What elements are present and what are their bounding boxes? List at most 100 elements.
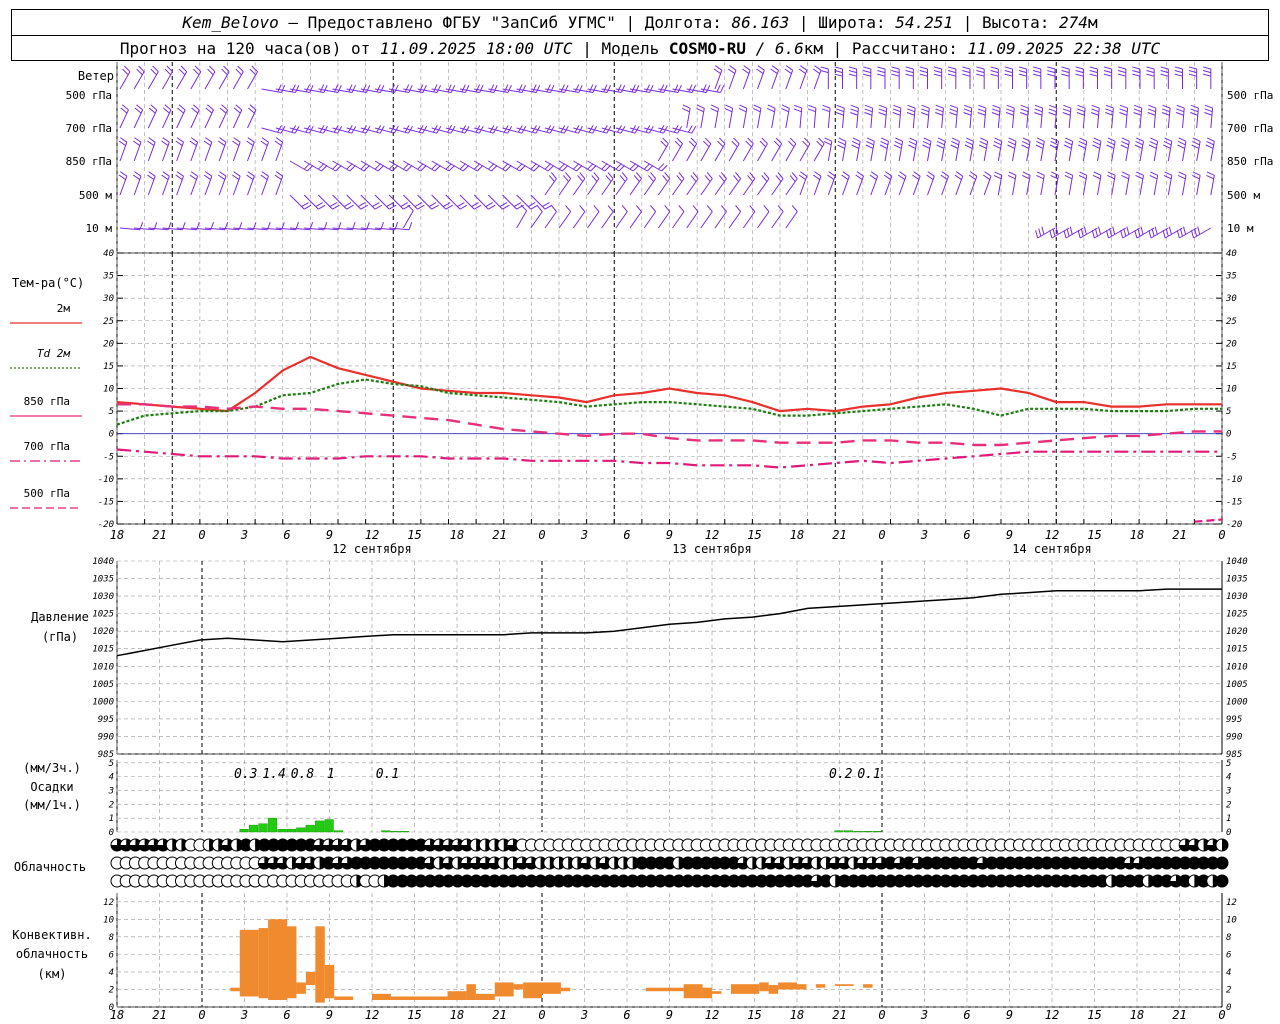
wind-barb-shaft: [162, 142, 170, 162]
wind-barb-feather: [504, 84, 509, 93]
wind-barb-feather: [881, 137, 889, 142]
pressure-ytick-label-right: 1035: [1226, 575, 1248, 585]
temp-ytick-label-right: -5: [1226, 452, 1237, 462]
wind-barb-shaft: [346, 194, 362, 210]
wind-barb-feather: [1051, 137, 1059, 142]
wind-barb-feather: [1148, 104, 1157, 109]
temp-ytick-label-left: 10: [103, 385, 114, 395]
wind-barb-feather: [1177, 144, 1185, 149]
wind-barb-feather: [235, 104, 243, 111]
conv-bar: [560, 987, 571, 992]
wind-barb-feather: [521, 85, 527, 93]
wind-barb-feather: [897, 174, 906, 180]
wind-barb-feather: [720, 172, 727, 179]
wind-barb-feather: [650, 172, 657, 179]
temp-ytick-label-right: 35: [1225, 272, 1237, 282]
conv-hour-label: 21: [152, 1008, 166, 1022]
wind-barb-feather: [733, 175, 739, 182]
wind-barb-feather: [1120, 144, 1129, 149]
wind-barb-feather: [1076, 112, 1085, 116]
wind-barb-feather: [406, 164, 413, 172]
wind-barb-feather: [784, 68, 792, 74]
temp-hour-label: 9: [1006, 528, 1013, 542]
wind-barb-feather: [374, 163, 382, 170]
wind-barb-feather: [1176, 104, 1185, 109]
wind-barb-feather: [372, 202, 380, 208]
wind-barb-feather: [662, 175, 669, 182]
wind-barb-feather: [1119, 112, 1128, 116]
wind-barb-feather: [742, 68, 750, 74]
wind-barb-feather: [1077, 230, 1081, 239]
wind-barb-feather: [894, 141, 903, 146]
wind-barb-feather: [1006, 108, 1015, 113]
conv-bar: [390, 996, 448, 1000]
wind-barb-feather: [1062, 112, 1071, 116]
wind-barb-shaft: [700, 178, 713, 196]
wind-barb-feather: [408, 222, 413, 230]
wind-barb-feather: [619, 175, 626, 182]
wind-barb-feather: [761, 175, 768, 182]
conv-bar: [712, 991, 722, 994]
wind-barb-feather: [332, 163, 339, 170]
precip-bar: [267, 817, 278, 833]
wind-barb-feather: [954, 174, 962, 180]
wind-barb-feather: [1133, 108, 1142, 113]
precip-bar: [862, 831, 873, 833]
wind-barb-feather: [823, 141, 832, 146]
wind-barb-feather: [178, 104, 186, 111]
wind-barb-feather: [964, 104, 972, 109]
conv-ytick-label-left: 4: [109, 968, 114, 978]
conv-bar: [702, 987, 712, 999]
wind-barb-feather: [233, 171, 241, 177]
wind-barb-feather: [892, 112, 901, 116]
wind-barb-feather: [275, 171, 283, 177]
wind-barb-feather: [955, 171, 963, 177]
wind-barb-feather: [1021, 144, 1030, 149]
wind-barb-feather: [1094, 228, 1098, 237]
wind-barb-feather: [376, 84, 381, 93]
wind-barb-feather: [190, 137, 198, 143]
wind-barb-feather: [233, 137, 241, 143]
wind-barb-feather: [1190, 230, 1194, 239]
wind-barb-feather: [822, 108, 830, 113]
wind-level-label-right: 10 м: [1227, 222, 1254, 235]
wind-barb-feather: [448, 164, 455, 172]
wind-barb-feather: [962, 66, 971, 70]
pressure-unit: (гПа): [42, 630, 78, 644]
wind-barb-feather: [274, 140, 282, 146]
wind-barb-shaft: [700, 211, 713, 229]
wind-barb-shaft: [119, 71, 131, 90]
wind-barb-feather: [866, 137, 875, 142]
wind-barb-feather: [690, 137, 698, 145]
wind-barb-feather: [573, 163, 580, 170]
wind-barb-feather: [550, 85, 555, 93]
wind-barb-feather: [1061, 73, 1070, 77]
precip-ytick-label-left: 0: [109, 828, 114, 838]
wind-barb-feather: [661, 164, 668, 172]
wind-barb-feather: [1078, 144, 1086, 149]
wind-barb-feather: [207, 104, 214, 111]
wind-barb-feather: [1050, 175, 1059, 180]
wind-barb-feather: [560, 84, 565, 93]
wind-barb-feather: [1005, 112, 1014, 116]
wind-barb-feather: [674, 140, 682, 148]
temp-hour-label: 9: [666, 528, 673, 542]
wind-barb-feather: [649, 85, 654, 93]
precip-ytick-label-left: 5: [109, 759, 114, 769]
temp-hour-label: 15: [407, 528, 421, 542]
wind-barb-feather: [789, 175, 796, 182]
wind-barb-shaft: [190, 109, 200, 129]
wind-barb-shaft: [417, 194, 432, 210]
wind-barb-feather: [980, 137, 988, 142]
pressure-ytick-label-left: 1025: [92, 610, 114, 620]
wind-barb-feather: [519, 164, 526, 172]
wind-barb-feather: [535, 85, 541, 93]
conv-hour-label: 18: [1130, 1008, 1144, 1022]
wind-barb-feather: [848, 73, 857, 77]
wind-barb-shaft: [487, 194, 503, 210]
wind-barb-feather: [343, 202, 352, 208]
wind-barb-shaft: [558, 211, 572, 229]
wind-barb-feather: [1174, 73, 1183, 77]
wind-barb-shaft: [757, 178, 770, 196]
wind-barb-feather: [1018, 73, 1027, 77]
